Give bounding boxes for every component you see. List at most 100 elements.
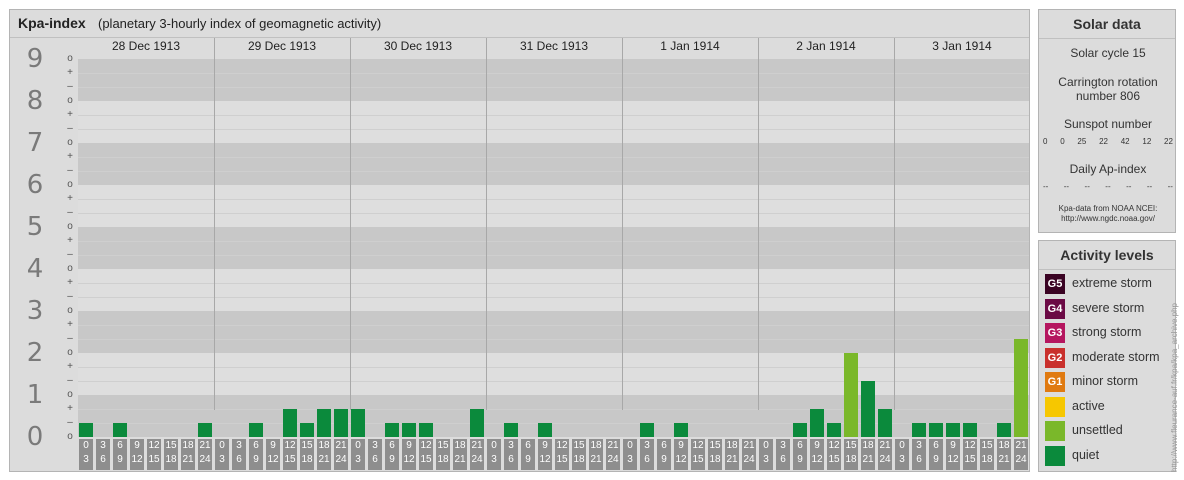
kp-bar [198, 423, 212, 437]
time-slot-label: 21 24 [606, 439, 620, 470]
time-slot-start: 21 [879, 440, 891, 451]
time-slot-end: 6 [508, 454, 514, 465]
time-slot-end: 6 [780, 454, 786, 465]
sunspot-value: 0 [1060, 137, 1065, 146]
kp-gridline [78, 213, 1029, 214]
time-slot-start: 9 [270, 440, 276, 451]
solar-cycle: Solar cycle 15 [1070, 46, 1146, 60]
chart-subtitle: (planetary 3-hourly index of geomagnetic… [98, 16, 382, 31]
time-slot-label: 36 [368, 439, 382, 470]
sunspot-value: 22 [1164, 137, 1173, 146]
y-axis-sub-mark: – [67, 123, 73, 134]
time-slot-start: 9 [950, 440, 956, 451]
y-axis-sub-mark: o [67, 431, 73, 442]
time-slot-start: 9 [406, 440, 412, 451]
activity-label: unsettled [1072, 423, 1123, 437]
time-slot-label: 03 [351, 439, 365, 470]
time-slot-end: 6 [644, 454, 650, 465]
time-slot-label: 9 12 [538, 439, 552, 470]
time-slot-label: 03 [759, 439, 773, 470]
kp-gridline [78, 297, 1029, 298]
kp-gridline [78, 115, 1029, 116]
time-slot-label: 69 [657, 439, 671, 470]
time-slot-start: 6 [525, 440, 531, 451]
time-slot-label: 9 12 [946, 439, 960, 470]
time-slot-start: 21 [743, 440, 755, 451]
time-slot-start: 0 [355, 440, 361, 451]
time-slot-label: 15 18 [980, 439, 994, 470]
y-axis-sub-mark: o [67, 137, 73, 148]
time-slot-start: 21 [607, 440, 619, 451]
day-label: 2 Jan 1914 [796, 39, 856, 53]
time-slot-start: 12 [964, 440, 976, 451]
y-axis-label: 7 [26, 128, 44, 158]
time-slot-end: 21 [590, 454, 602, 465]
source-line2: http://www.ngdc.noaa.gov/ [1061, 214, 1155, 223]
kp-gridline [78, 367, 1029, 368]
solar-panel-title: Solar data [1039, 10, 1175, 39]
time-slot-end: 15 [964, 454, 976, 465]
credit-url: http://www.fleurance-auf.fr/kpa/kpa_arch… [1170, 303, 1179, 472]
kp-bar [419, 423, 433, 437]
time-slot-start: 3 [100, 440, 106, 451]
time-slot-label: 69 [929, 439, 943, 470]
y-axis-sub-mark: – [67, 207, 73, 218]
time-slot-label: 69 [113, 439, 127, 470]
y-axis-sub-mark: + [67, 67, 73, 78]
time-slot-label: 03 [623, 439, 637, 470]
activity-level-g4: G4 severe storm [1045, 298, 1175, 319]
time-slot-start: 3 [916, 440, 922, 451]
kp-bar [946, 423, 960, 437]
kpa-plot-area: 9 8 7 6 5 4 3 2 1 0 o – + o – + o – + o – + o – + o – + o – + o – + o – + o 28… [10, 10, 1031, 473]
time-slot-end: 15 [692, 454, 704, 465]
kp-gridline [78, 381, 1029, 382]
activity-level-quiet: quiet [1045, 445, 1175, 466]
kp-bar [283, 409, 297, 437]
day-label: 28 Dec 1913 [111, 39, 181, 53]
kp-gridline [78, 199, 1029, 200]
time-slot-label: 36 [504, 439, 518, 470]
activity-level-g2: G2 moderate storm [1045, 347, 1175, 368]
time-slot-end: 18 [437, 454, 449, 465]
day-separator [622, 38, 623, 410]
time-slot-end: 21 [318, 454, 330, 465]
y-axis-sub-mark: o [67, 95, 73, 106]
time-slot-start: 6 [933, 440, 939, 451]
kp-bar [385, 423, 399, 437]
ap-index-value: -- [1167, 182, 1173, 191]
time-slot-end: 21 [454, 454, 466, 465]
time-slot-end: 24 [1015, 454, 1027, 465]
y-axis-label: 8 [26, 86, 44, 116]
time-slot-label: 03 [79, 439, 93, 470]
kp-gridline [78, 283, 1029, 284]
kp-bar [300, 423, 314, 437]
time-slot-start: 6 [797, 440, 803, 451]
time-slot-end: 12 [947, 454, 959, 465]
time-slot-start: 3 [644, 440, 650, 451]
kp-bar [334, 409, 348, 437]
time-slot-label: 9 12 [402, 439, 416, 470]
time-slot-end: 12 [267, 454, 279, 465]
source-line1: Kpa-data from NOAA NCEI: [1058, 204, 1158, 213]
time-slot-label: 9 12 [130, 439, 144, 470]
activity-label: severe storm [1072, 300, 1145, 315]
time-slot-end: 3 [899, 454, 905, 465]
time-slot-label: 21 24 [334, 439, 348, 470]
time-slot-start: 15 [165, 440, 177, 451]
kp-bar [827, 423, 841, 437]
time-slot-start: 6 [253, 440, 259, 451]
time-slot-end: 3 [219, 454, 225, 465]
kp-bar [79, 423, 93, 437]
day-label: 31 Dec 1913 [519, 39, 589, 53]
y-axis-sub-mark: – [67, 81, 73, 92]
solar-data-panel: Solar data Solar cycle 15 Carrington rot… [1038, 9, 1176, 233]
time-slot-end: 9 [661, 454, 667, 465]
y-axis-sub-mark: – [67, 249, 73, 260]
time-slot-label: 15 18 [844, 439, 858, 470]
time-slot-end: 15 [828, 454, 840, 465]
time-slot-end: 21 [998, 454, 1010, 465]
ap-index-value: -- [1063, 182, 1070, 191]
y-axis-label: 2 [26, 338, 44, 368]
kp-bar [1014, 339, 1028, 437]
time-slot-label: 69 [793, 439, 807, 470]
